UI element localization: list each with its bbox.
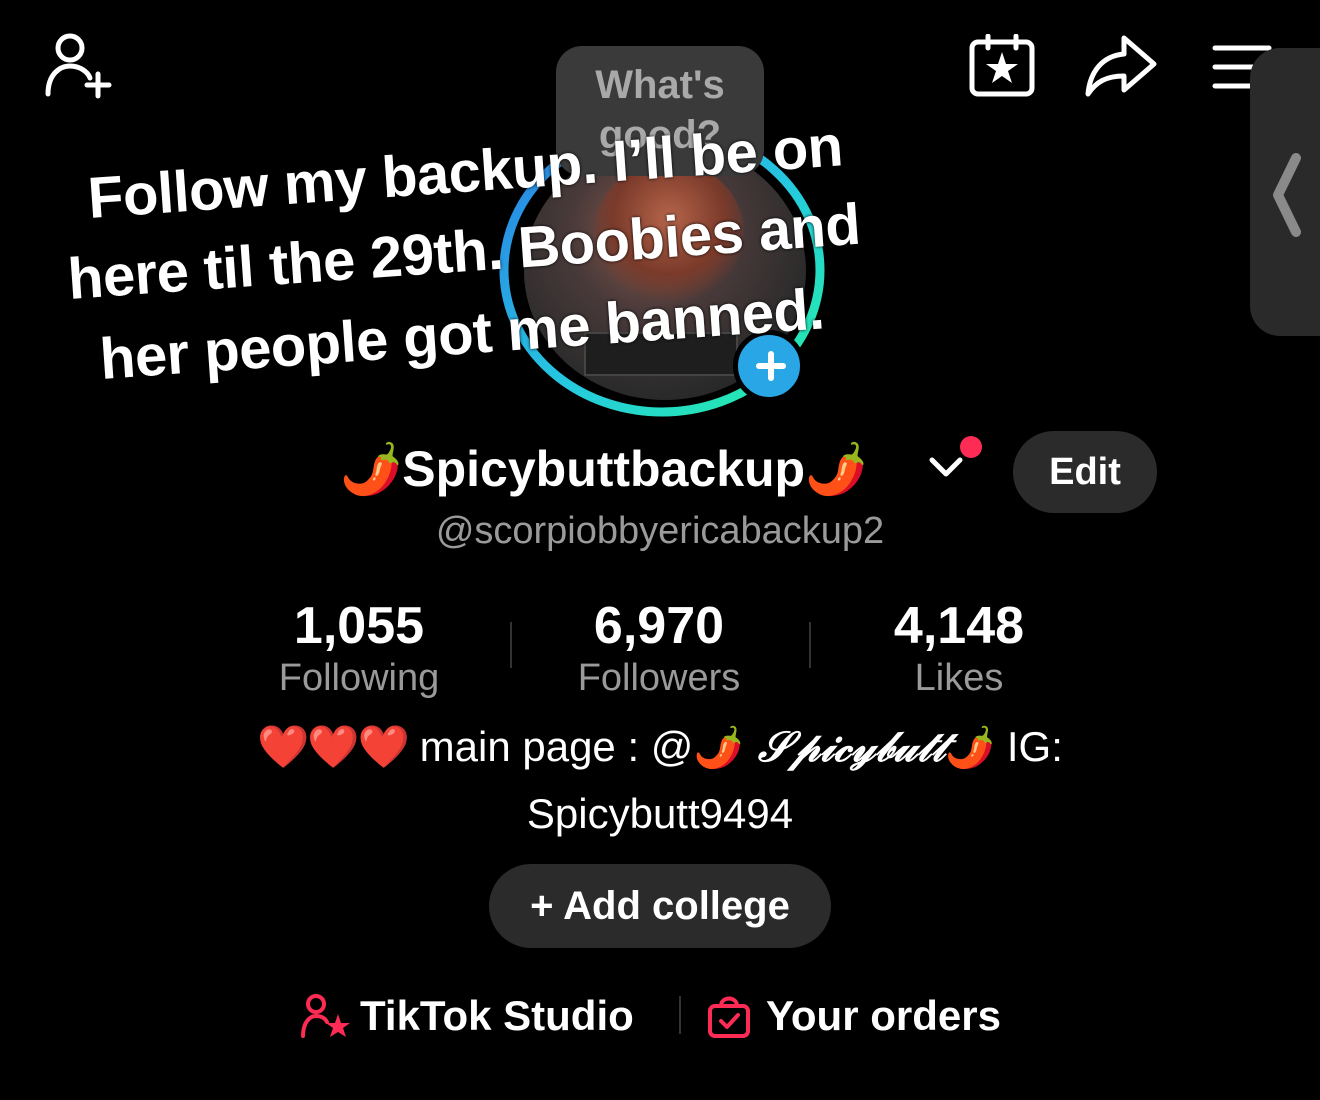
tiktok-studio-link[interactable]: TikTok Studio xyxy=(300,986,660,1046)
bio-ig-label: IG: xyxy=(995,723,1063,770)
calendar-star-icon[interactable] xyxy=(968,34,1036,98)
add-friend-icon[interactable] xyxy=(40,30,116,100)
your-orders-link[interactable]: Your orders xyxy=(706,986,1026,1046)
followers-count: 6,970 xyxy=(593,597,725,655)
tiktok-studio-label: TikTok Studio xyxy=(360,992,634,1039)
bio-line-2: Spicybutt9494 xyxy=(526,790,794,837)
bio-line-1: ❤️❤️❤️ main page : @🌶️ 𝒮𝓅𝒾𝒸𝓎𝒷𝓊𝓉𝓉🌶️ IG: xyxy=(0,722,1320,772)
add-college-button[interactable]: + Add college xyxy=(489,864,831,948)
following-label: Following xyxy=(278,657,440,699)
side-panel-handle[interactable] xyxy=(1250,48,1320,336)
chevron-left-icon xyxy=(1273,153,1301,237)
stat-likes[interactable]: 4,148 Likes xyxy=(809,596,1109,700)
creator-star-icon xyxy=(301,994,350,1038)
bio-fancy-name[interactable]: 𝒮𝓅𝒾𝒸𝓎𝒷𝓊𝓉𝓉 xyxy=(743,722,946,771)
likes-label: Likes xyxy=(914,657,1004,699)
share-icon[interactable] xyxy=(1084,34,1158,98)
followers-label: Followers xyxy=(577,657,741,699)
bio-hearts: ❤️❤️❤️ xyxy=(257,723,410,770)
stat-following[interactable]: 1,055 Following xyxy=(209,596,509,700)
your-orders-label: Your orders xyxy=(766,992,1001,1039)
note-text-line1: What's xyxy=(595,63,725,107)
username: @scorpiobbyericabackup2 xyxy=(435,510,885,552)
bio-main-prefix: main page : @ xyxy=(407,723,694,770)
display-name[interactable]: 🌶️Spicybuttbackup🌶️ xyxy=(340,440,980,499)
likes-count: 4,148 xyxy=(893,597,1025,655)
bio-pepper-1: 🌶️ xyxy=(693,726,744,770)
stat-followers[interactable]: 6,970 Followers xyxy=(509,596,809,700)
edit-profile-button[interactable]: Edit xyxy=(1013,431,1157,513)
shopping-bag-icon xyxy=(708,996,750,1038)
chevron-down-icon[interactable] xyxy=(928,456,964,480)
bio-pepper-2: 🌶️ xyxy=(945,726,996,770)
notification-dot xyxy=(960,436,982,458)
bottom-divider xyxy=(679,996,681,1034)
following-count: 1,055 xyxy=(293,597,425,655)
